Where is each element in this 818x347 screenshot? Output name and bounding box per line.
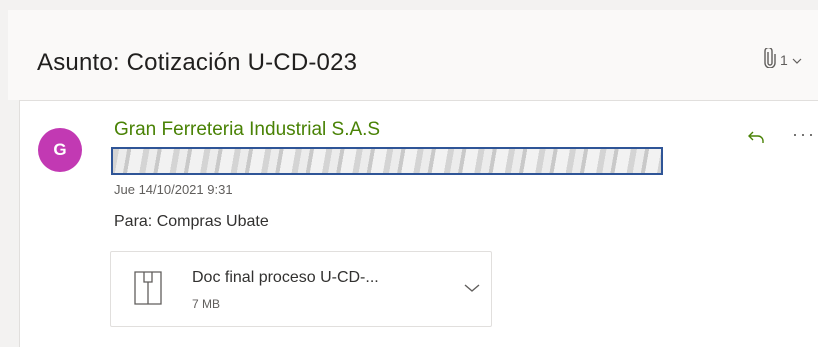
redacted-sender-email [111,147,663,175]
recipients-line: Para: Compras Ubate [114,213,269,230]
paperclip-icon [764,46,776,71]
attachment-count: 1 [780,51,788,68]
attachment-indicator[interactable]: 1 [764,46,802,71]
chevron-down-icon [792,52,802,68]
attachment-name: Doc final proceso U-CD-... [192,269,379,286]
chevron-down-icon[interactable] [464,280,480,298]
sender-name[interactable]: Gran Ferreteria Industrial S.A.S [114,119,380,141]
avatar[interactable]: G [38,128,82,172]
email-subject: Asunto: Cotización U-CD-023 [37,49,358,76]
attachment-size: 7 MB [192,297,221,311]
message-date: Jue 14/10/2021 9:31 [114,182,233,197]
attachment-card[interactable]: Doc final proceso U-CD-... 7 MB [110,251,492,327]
archive-file-icon [133,270,163,311]
reply-icon[interactable] [747,129,765,150]
more-options-icon[interactable]: ··· [792,124,816,145]
